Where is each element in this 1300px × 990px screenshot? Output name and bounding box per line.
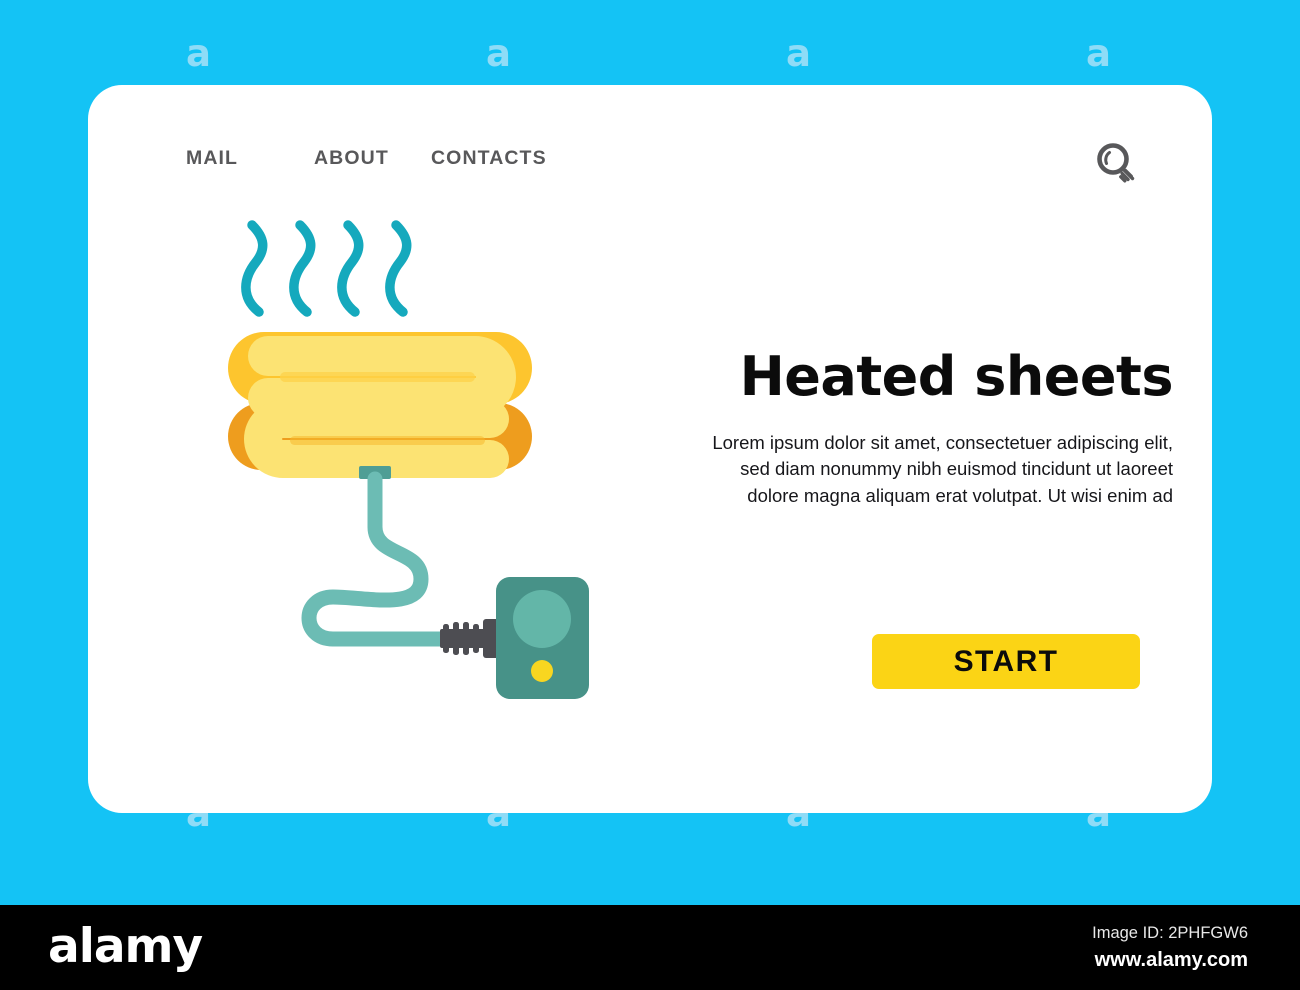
alamy-url: www.alamy.com (1094, 948, 1248, 971)
page-title: Heated sheets (739, 345, 1174, 408)
alamy-footer-bar: alamy Image ID: 2PHFGW6 www.alamy.com (0, 905, 1300, 990)
image-id-label: Image ID: 2PHFGW6 (1092, 924, 1248, 942)
watermark-letter: a (486, 32, 511, 75)
landing-page-card: MAIL ABOUT CONTACTS Heated sheets Lorem … (88, 85, 1212, 813)
controller-dial (513, 590, 571, 648)
screenshot-root: aaaaaaaaaaaaaaaaaaaa MAIL ABOUT CONTACTS (0, 0, 1300, 990)
start-button[interactable]: START (872, 634, 1140, 689)
footer-meta: Image ID: 2PHFGW6 www.alamy.com (1092, 922, 1248, 975)
steam-icon (241, 220, 412, 317)
main-navigation: MAIL ABOUT CONTACTS (186, 147, 547, 170)
controller-indicator-led (531, 660, 553, 682)
watermark-letter: a (786, 32, 811, 75)
hero-description: Lorem ipsum dolor sit amet, consectetuer… (712, 432, 1173, 506)
nav-item-about[interactable]: ABOUT (314, 147, 431, 170)
page-background: aaaaaaaaaaaaaaaaaaaa MAIL ABOUT CONTACTS (0, 0, 1300, 905)
nav-item-contacts[interactable]: CONTACTS (431, 147, 547, 170)
watermark-letter: a (1086, 32, 1111, 75)
hero-illustration (228, 205, 628, 745)
power-cord (301, 471, 450, 647)
hero-copy: Heated sheets Lorem ipsum dolor sit amet… (688, 350, 1173, 509)
search-button[interactable] (1088, 135, 1146, 193)
cord-connector (440, 619, 501, 658)
heated-blanket-illustration (228, 220, 589, 699)
nav-item-mail[interactable]: MAIL (186, 147, 314, 170)
search-icon (1097, 143, 1135, 183)
watermark-letter: a (186, 32, 211, 75)
alamy-logo: alamy (48, 919, 203, 974)
